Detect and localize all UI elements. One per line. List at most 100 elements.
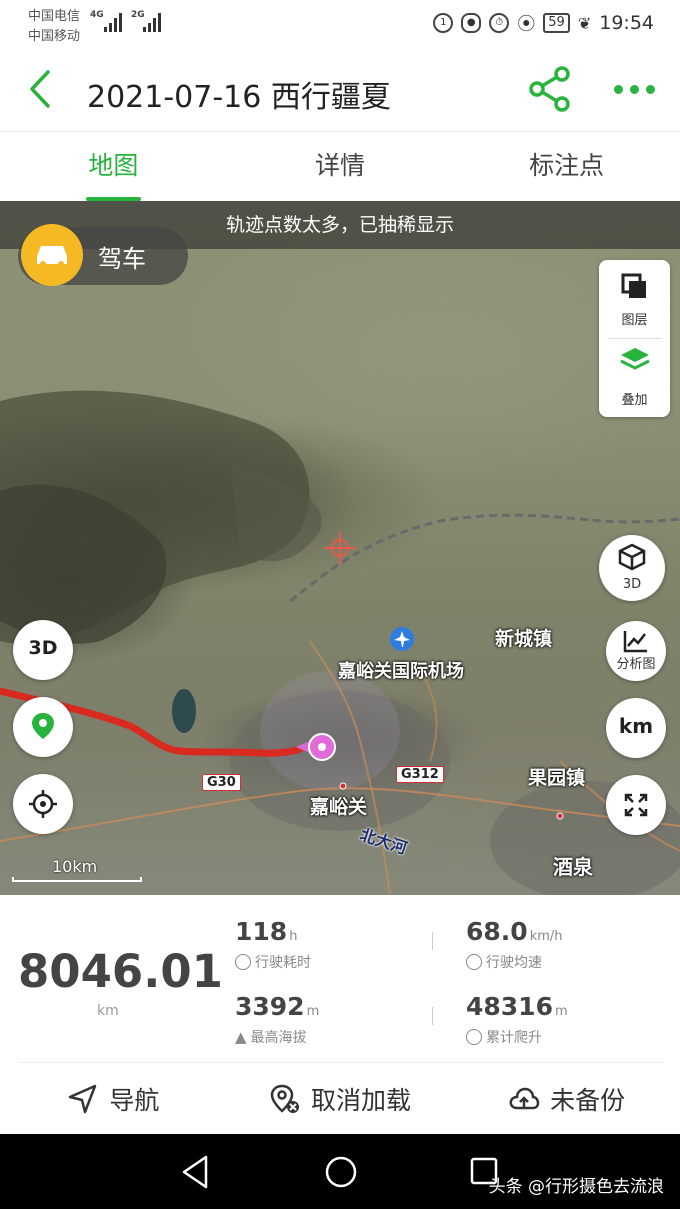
cancel-load-button[interactable]: 取消加载 xyxy=(227,1064,454,1134)
signal-type-1: 4G xyxy=(90,10,104,20)
pin-cancel-icon xyxy=(270,1084,299,1113)
backup-label: 未备份 xyxy=(550,1086,626,1115)
map-view[interactable]: 轨迹点数太多，已抽稀显示 驾车 图层 叠加 3D 分析图 km 3D 嘉峪关国际… xyxy=(0,201,680,895)
road-badge-g312: G312 xyxy=(396,766,444,783)
avg-speed-value: 68.0 xyxy=(466,917,528,946)
climb-unit: m xyxy=(554,1004,568,1019)
threed-label: 3D xyxy=(622,577,642,592)
max-alt-value: 3392 xyxy=(235,992,305,1021)
backup-button[interactable]: 未备份 xyxy=(453,1064,680,1134)
analysis-chart-button[interactable]: 分析图 xyxy=(606,621,666,681)
target-marker-icon xyxy=(324,532,356,564)
carrier-2: 中国移动 xyxy=(28,29,81,44)
alarm-icon: ⏱ xyxy=(489,13,510,33)
trip-stats: 8046.01 km 118 h 行驶耗时 68.0 km/h 行驶均速 3392 m… xyxy=(0,895,680,1063)
status-icons: 1 ● ⏱ ⦿ 59 ❦ 19:54 xyxy=(433,10,654,36)
unit-label: km xyxy=(618,714,654,738)
more-dot-icon xyxy=(630,84,639,94)
footprint-pin-icon xyxy=(32,713,54,739)
analysis-label: 分析图 xyxy=(616,657,656,672)
stat-climb: 48316 m 累计爬升 xyxy=(466,992,568,1047)
overlay-stack-icon xyxy=(620,348,650,370)
stat-avg-speed: 68.0 km/h 行驶均速 xyxy=(466,917,563,972)
cancel-load-label: 取消加载 xyxy=(311,1086,412,1115)
left-threed-button[interactable]: 3D xyxy=(13,620,73,680)
data-saver-icon: 1 xyxy=(433,13,454,33)
status-bar: 中国电信 中国移动 4G 2G 1 ● ⏱ ⦿ 59 ❦ 19:54 xyxy=(0,0,680,46)
share-button[interactable] xyxy=(528,66,572,112)
more-dot-icon xyxy=(614,84,623,94)
watermark: 头条 @行形摄色去流浪 xyxy=(488,1177,664,1197)
overlay-button[interactable]: 叠加 xyxy=(599,340,670,416)
scale-label: 10km xyxy=(52,857,98,876)
eye-icon: ● xyxy=(461,13,482,33)
leaf-icon: ❦ xyxy=(577,13,592,33)
total-distance: 8046.01 xyxy=(18,945,223,998)
nav-back-icon[interactable] xyxy=(180,1154,210,1190)
climb-value: 48316 xyxy=(466,992,553,1021)
stat-duration: 118 h 行驶耗时 xyxy=(235,917,311,972)
panel-divider xyxy=(607,338,662,339)
fullscreen-button[interactable] xyxy=(606,775,666,835)
threed-view-button[interactable]: 3D xyxy=(599,535,665,601)
total-distance-unit: km xyxy=(97,1003,119,1019)
signal-bars-1-icon xyxy=(104,12,126,32)
page-title: 2021-07-16 西行疆夏 xyxy=(87,80,391,115)
more-dot-icon xyxy=(646,84,655,94)
cloud-upload-icon xyxy=(509,1087,540,1110)
duration-value: 118 xyxy=(235,917,288,946)
navigate-label: 导航 xyxy=(109,1086,160,1115)
car-icon xyxy=(21,224,83,286)
layers-button[interactable]: 图层 xyxy=(599,260,670,336)
duration-label: 行驶耗时 xyxy=(255,955,311,971)
layers-icon xyxy=(621,273,646,298)
airport-label: 嘉峪关国际机场 xyxy=(338,661,464,682)
map-scale: 10km xyxy=(12,853,144,883)
tab-details[interactable]: 详情 xyxy=(227,133,454,201)
max-alt-label: 最高海拔 xyxy=(250,1030,307,1046)
clock-time: 19:54 xyxy=(599,12,654,34)
more-options-button[interactable] xyxy=(614,74,660,104)
map-terrain xyxy=(0,390,680,895)
carrier-1: 中国电信 xyxy=(28,9,81,24)
footprint-button[interactable] xyxy=(13,697,73,757)
cube-icon xyxy=(618,543,646,571)
overlay-label: 叠加 xyxy=(621,393,648,408)
climb-icon xyxy=(466,1029,482,1045)
town-label-guoyuan: 果园镇 xyxy=(528,767,586,789)
navigate-button[interactable]: 导航 xyxy=(0,1064,227,1134)
town-label-xincheng: 新城镇 xyxy=(495,628,553,650)
signal-bars-2-icon xyxy=(143,12,165,32)
share-icon xyxy=(529,66,570,112)
crosshair-icon xyxy=(29,790,57,818)
left-threed-label: 3D xyxy=(28,637,58,659)
back-button[interactable] xyxy=(26,68,62,110)
map-layer-panel: 图层 叠加 xyxy=(599,260,670,417)
avg-speed-unit: km/h xyxy=(529,929,563,944)
climb-label: 累计爬升 xyxy=(486,1030,542,1046)
stat-divider xyxy=(432,1007,433,1025)
unit-toggle-button[interactable]: km xyxy=(606,698,666,758)
travel-mode-pill[interactable]: 驾车 xyxy=(18,224,188,286)
system-nav-bar: 头条 @行形摄色去流浪 xyxy=(0,1134,680,1209)
fullscreen-icon xyxy=(624,793,648,817)
stat-max-altitude: 3392 m ▲ 最高海拔 xyxy=(235,992,319,1047)
tab-markers[interactable]: 标注点 xyxy=(453,133,680,201)
nav-home-icon[interactable] xyxy=(324,1154,358,1190)
layers-label: 图层 xyxy=(621,313,648,328)
road-badge-g30: G30 xyxy=(202,774,241,791)
locate-me-button[interactable] xyxy=(13,774,73,834)
city-label-jiayuguan: 嘉峪关 xyxy=(310,796,368,818)
tab-bar: 地图 详情 标注点 xyxy=(0,133,680,201)
avg-speed-label: 行驶均速 xyxy=(486,955,542,971)
line-chart-icon xyxy=(623,631,647,653)
speedometer-icon xyxy=(466,954,482,970)
battery-icon: 59 xyxy=(543,13,570,33)
city-label-jiuquan: 酒泉 xyxy=(553,855,593,879)
navigation-arrow-icon xyxy=(69,1084,97,1114)
tab-map[interactable]: 地图 xyxy=(0,133,227,201)
location-icon: ⦿ xyxy=(517,14,536,35)
stat-divider xyxy=(432,932,433,950)
back-arrow-icon xyxy=(30,70,50,108)
mountain-icon: ▲ xyxy=(235,1028,247,1046)
